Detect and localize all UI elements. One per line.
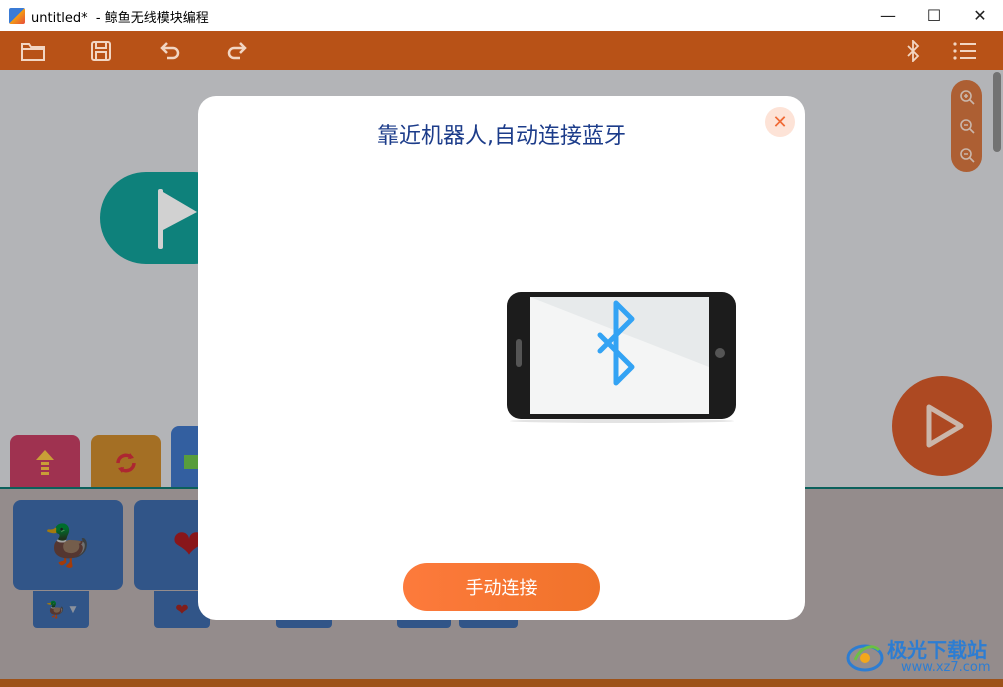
watermark: 极光下载站 www.xz7.com	[845, 632, 995, 680]
redo-icon[interactable]	[224, 38, 250, 64]
watermark-url: www.xz7.com	[901, 660, 991, 675]
undo-icon[interactable]	[157, 38, 183, 64]
close-window-button[interactable]: ✕	[957, 0, 1003, 31]
toolbar	[0, 31, 1003, 70]
dialog-title: 靠近机器人,自动连接蓝牙	[377, 124, 626, 149]
dialog-close-button[interactable]: ✕	[765, 107, 795, 137]
watermark-brand: 极光下载站	[887, 638, 987, 662]
close-icon: ✕	[772, 111, 788, 133]
maximize-icon: ☐	[926, 6, 942, 25]
app-logo-icon	[9, 8, 25, 24]
menu-icon[interactable]	[952, 38, 978, 64]
folder-open-icon[interactable]	[20, 38, 46, 64]
save-icon[interactable]	[88, 38, 114, 64]
manual-connect-button[interactable]: 手动连接	[403, 563, 600, 611]
app-window: untitled* - 鲸鱼无线模块编程 — ☐ ✕ 🦆 ❤ 🦆 ▼ ❤ 靠近机…	[0, 0, 1003, 687]
watermark-logo-icon	[846, 644, 884, 672]
minimize-icon: —	[880, 6, 896, 25]
bluetooth-icon[interactable]	[900, 38, 926, 64]
close-icon: ✕	[973, 6, 987, 25]
minimize-button[interactable]: —	[865, 0, 911, 31]
title-bar: untitled* - 鲸鱼无线模块编程 — ☐ ✕	[0, 0, 1003, 31]
window-title: untitled* - 鲸鱼无线模块编程	[31, 11, 209, 26]
maximize-button[interactable]: ☐	[911, 0, 957, 31]
bluetooth-connect-dialog: 靠近机器人,自动连接蓝牙 ✕ 手动连接	[198, 96, 805, 620]
phone-bluetooth-illustration	[507, 292, 736, 423]
